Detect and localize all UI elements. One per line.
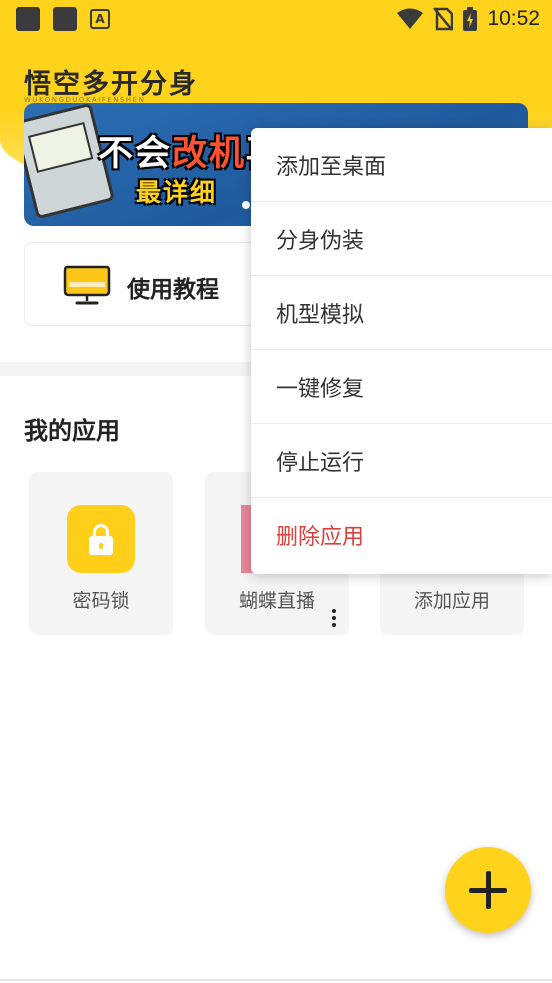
monitor-icon xyxy=(63,265,111,305)
menu-item-add-to-desktop[interactable]: 添加至桌面 xyxy=(251,128,552,202)
banner-subheadline: 最详细 xyxy=(136,178,218,207)
add-button[interactable] xyxy=(445,847,531,933)
status-bar: A 10:52 xyxy=(0,0,552,38)
app-label: 添加应用 xyxy=(413,590,490,612)
battery-charging-icon xyxy=(463,7,478,31)
more-options-icon[interactable] xyxy=(332,609,336,627)
carousel-indicator xyxy=(242,201,250,209)
menu-item-stop-running[interactable]: 停止运行 xyxy=(251,424,552,498)
wifi-icon xyxy=(397,8,424,29)
menu-item-one-click-repair[interactable]: 一键修复 xyxy=(251,350,552,424)
nav-bar-divider xyxy=(0,979,552,981)
app-label: 蝴蝶直播 xyxy=(238,590,315,612)
notification-icon xyxy=(16,7,40,31)
clock: 10:52 xyxy=(487,7,540,30)
lock-icon xyxy=(67,505,135,573)
my-apps-title: 我的应用 xyxy=(24,417,120,445)
notification-icon xyxy=(53,7,77,31)
tutorial-label: 使用教程 xyxy=(127,277,219,303)
no-sim-icon xyxy=(433,7,454,31)
menu-item-delete-app[interactable]: 删除应用 xyxy=(251,498,552,572)
menu-item-disguise[interactable]: 分身伪装 xyxy=(251,202,552,276)
app-card-password-lock[interactable]: 密码锁 xyxy=(29,472,173,635)
menu-item-device-simulation[interactable]: 机型模拟 xyxy=(251,276,552,350)
app-label: 密码锁 xyxy=(72,590,130,612)
tutorial-button[interactable]: 使用教程 xyxy=(24,242,264,326)
context-menu: 添加至桌面 分身伪装 机型模拟 一键修复 停止运行 删除应用 xyxy=(251,128,552,574)
app-store-icon: A xyxy=(90,9,110,29)
